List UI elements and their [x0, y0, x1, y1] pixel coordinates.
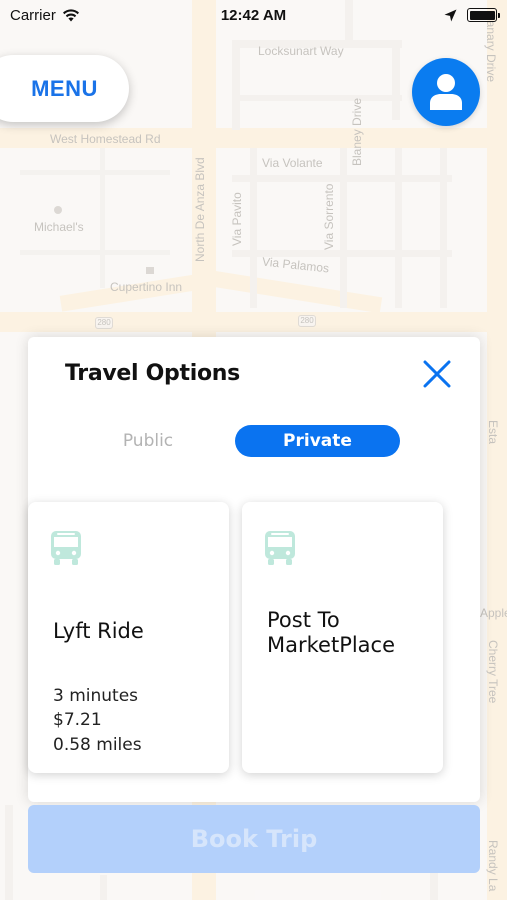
book-trip-button[interactable]: Book Trip	[28, 805, 480, 873]
close-icon	[423, 360, 451, 388]
location-arrow-icon	[444, 9, 457, 21]
panel-title: Travel Options	[65, 361, 240, 386]
carrier-group: Carrier	[10, 7, 80, 24]
status-right	[444, 8, 500, 22]
option-title-line: Post To	[267, 608, 340, 632]
option-title-line: MarketPlace	[267, 633, 396, 657]
bus-icon	[51, 531, 81, 565]
status-bar: Carrier 12:42 AM	[0, 0, 507, 30]
tab-public[interactable]: Public	[98, 425, 198, 457]
carrier-label: Carrier	[10, 6, 56, 24]
option-distance: 0.58 miles	[53, 735, 142, 755]
option-price: $7.21	[53, 710, 102, 730]
menu-label: MENU	[31, 75, 98, 101]
bus-icon	[265, 531, 295, 565]
option-card-lyft[interactable]: Lyft Ride 3 minutes $7.21 0.58 miles	[28, 502, 229, 773]
travel-options-panel: Travel Options Public Private Lyft Ride …	[28, 337, 480, 802]
close-button[interactable]	[420, 357, 454, 391]
book-trip-label: Book Trip	[190, 825, 318, 853]
battery-icon	[467, 8, 500, 22]
user-icon	[430, 74, 462, 110]
battery-level	[469, 10, 495, 20]
wifi-icon	[62, 8, 79, 21]
profile-button[interactable]	[412, 58, 480, 126]
menu-button[interactable]: MENU	[0, 55, 129, 122]
tab-private[interactable]: Private	[235, 425, 400, 457]
option-title: Lyft Ride	[53, 619, 144, 643]
option-card-marketplace[interactable]: Post To MarketPlace	[242, 502, 443, 773]
option-duration: 3 minutes	[53, 686, 139, 706]
